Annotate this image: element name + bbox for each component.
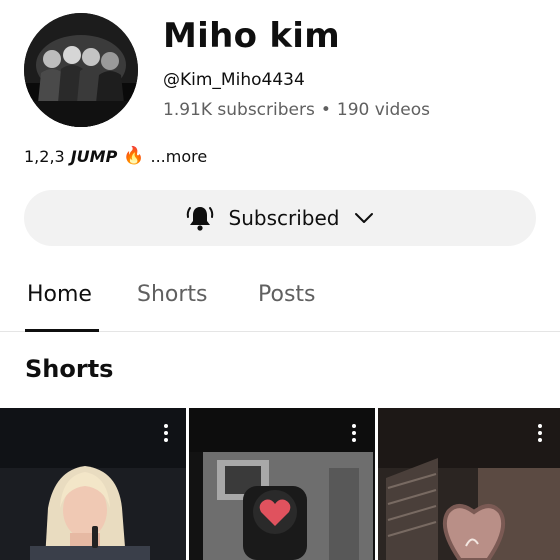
subscribed-label: Subscribed (228, 206, 340, 230)
stats-separator: • (320, 100, 331, 120)
video-count: 190 videos (336, 100, 431, 120)
channel-tabs: Home Shorts Posts (0, 268, 560, 332)
subscriber-count: 1.91K subscribers (163, 100, 315, 120)
avatar-group-photo (24, 13, 138, 127)
description-prefix: 1,2,3 (24, 146, 65, 166)
subscribed-button[interactable]: Subscribed (24, 190, 536, 246)
short-thumbnail-3[interactable] (378, 408, 560, 560)
more-link[interactable]: ...more (150, 147, 207, 166)
channel-name: Miho kim (163, 16, 340, 56)
more-vertical-icon[interactable] (530, 420, 550, 446)
shorts-shelf (0, 408, 560, 560)
more-vertical-icon[interactable] (156, 420, 176, 446)
tab-home[interactable]: Home (27, 282, 92, 307)
short-thumbnail-2[interactable] (189, 408, 375, 560)
channel-stats: 1.91K subscribers • 190 videos (163, 100, 430, 120)
description-emphasis: JUMP (70, 146, 118, 166)
tab-posts[interactable]: Posts (258, 282, 316, 307)
channel-description[interactable]: 1,2,3 JUMP 🔥 ...more (24, 146, 207, 166)
fire-icon: 🔥 (123, 146, 145, 166)
section-title-shorts: Shorts (25, 355, 114, 383)
short-thumbnail-1[interactable] (0, 408, 186, 560)
bell-ringing-icon (186, 207, 213, 231)
channel-avatar[interactable] (24, 13, 138, 127)
more-vertical-icon[interactable] (344, 420, 364, 446)
tab-shorts[interactable]: Shorts (137, 282, 208, 307)
channel-handle: @Kim_Miho4434 (163, 70, 305, 90)
chevron-down-icon (355, 213, 374, 223)
active-tab-indicator (25, 329, 99, 332)
